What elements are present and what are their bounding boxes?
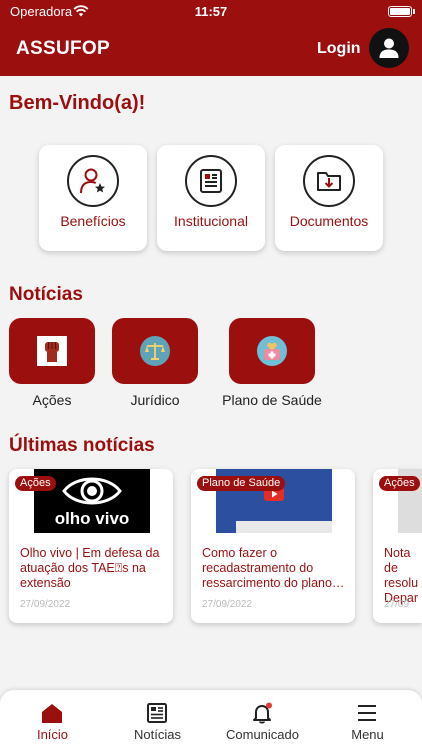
news-section-title: Notícias: [9, 284, 83, 305]
news-tag: Ações: [379, 476, 420, 491]
user-icon: [379, 38, 399, 58]
nav-menu-label: Menu: [351, 727, 384, 742]
news-tag: Ações: [15, 476, 56, 491]
olho-vivo-image-text: olho vivo: [54, 509, 130, 528]
health-box-icon: [257, 336, 287, 366]
plano-saude-category-label[interactable]: Plano de Saúde: [207, 392, 337, 408]
acoes-category-button[interactable]: [9, 318, 95, 384]
user-star-icon: [67, 155, 119, 207]
news-date: 27/09/2022: [20, 599, 71, 610]
nav-menu[interactable]: Menu: [315, 690, 420, 750]
thumbnail-caption-strip: [236, 521, 332, 533]
plano-saude-category-button[interactable]: [229, 318, 315, 384]
welcome-heading: Bem-Vindo(a)!: [9, 92, 146, 114]
menu-icon: [355, 701, 379, 725]
news-card[interactable]: Plano de Saúde Como fazer o recadastrame…: [191, 469, 355, 623]
nav-inicio-label: Início: [36, 727, 69, 742]
newspaper-icon: [185, 155, 237, 207]
folder-download-icon: [303, 155, 355, 207]
app-title: ASSUFOP: [16, 38, 110, 59]
profile-button[interactable]: [369, 28, 409, 68]
juridico-category-button[interactable]: [112, 318, 198, 384]
news-tag: Plano de Saúde: [197, 476, 286, 491]
news-title: Como fazer o recadastramento do ressarci…: [202, 546, 345, 590]
status-bar: Operadora 11:57: [0, 0, 422, 24]
acoes-category-label[interactable]: Ações: [9, 392, 95, 408]
nav-comunicado-label: Comunicado: [226, 727, 299, 742]
nav-noticias[interactable]: Notícias: [105, 690, 210, 750]
nav-inicio[interactable]: Início: [0, 690, 105, 750]
battery-icon: [388, 6, 412, 17]
news-date: 27/09: [384, 599, 410, 610]
nav-comunicado[interactable]: Comunicado: [210, 690, 315, 750]
bell-icon: [250, 701, 274, 725]
beneficios-card[interactable]: Benefícios: [39, 145, 147, 251]
latest-news-title: Últimas notícias: [9, 435, 155, 456]
news-date: 27/09/2022: [202, 599, 253, 610]
documentos-card[interactable]: Documentos: [275, 145, 383, 251]
clock: 11:57: [194, 4, 228, 19]
documentos-label: Documentos: [289, 213, 369, 229]
institucional-card[interactable]: Institucional: [157, 145, 265, 251]
home-icon: [40, 701, 64, 725]
juridico-category-label[interactable]: Jurídico: [112, 392, 198, 408]
raised-fist-icon: [37, 336, 67, 366]
app-header: Operadora 11:57 ASSUFOP Login: [0, 0, 422, 76]
newspaper-icon: [145, 701, 169, 725]
login-button[interactable]: Login: [317, 40, 361, 58]
news-title: Olho vivo | Em defesa da atuação dos TAE…: [20, 546, 160, 590]
news-title: Nota de resolu Depar: [384, 546, 419, 605]
bottom-navigation: Início Notícias Comunicado Menu: [0, 690, 422, 750]
beneficios-label: Benefícios: [60, 213, 126, 229]
nav-noticias-label: Notícias: [134, 727, 181, 742]
scales-icon: [140, 336, 170, 366]
battery-tip: [413, 9, 415, 14]
news-card[interactable]: Ações Nota de resolu Depar 27/09: [373, 469, 422, 623]
news-card[interactable]: olho vivo Ações Olho vivo | Em defesa da…: [9, 469, 173, 623]
institucional-label: Institucional: [174, 213, 248, 229]
